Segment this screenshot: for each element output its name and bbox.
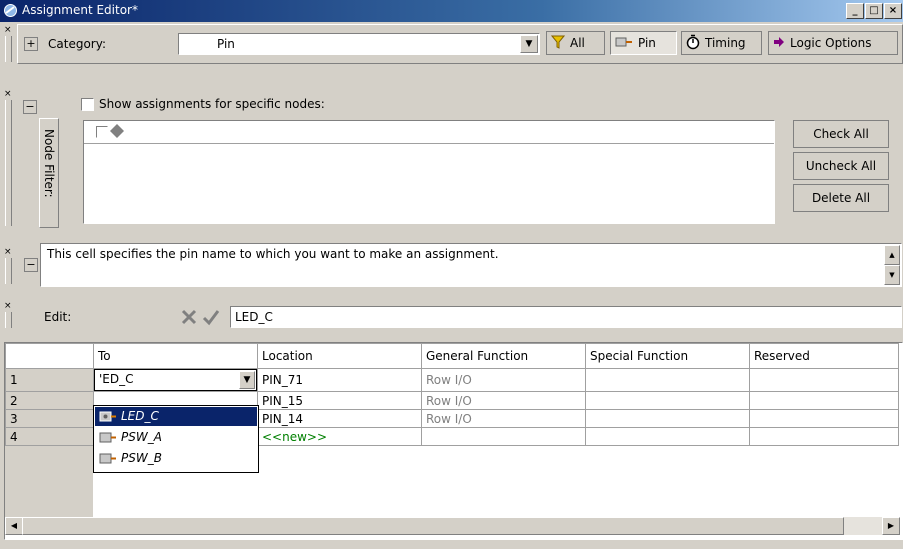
node-filter-grip[interactable]: × <box>2 88 14 230</box>
location-cell[interactable]: PIN_71 <box>257 368 422 392</box>
show-assignments-label: Show assignments for specific nodes: <box>99 97 325 111</box>
node-checkbox[interactable] <box>96 126 108 138</box>
column-header-general-function[interactable]: General Function <box>421 343 586 369</box>
location-cell[interactable]: PIN_15 <box>257 391 422 410</box>
close-icon[interactable]: × <box>4 90 12 99</box>
delete-all-button[interactable]: Delete All <box>793 184 889 212</box>
to-cell-value: 'ED_C <box>99 372 134 386</box>
table-header-row: To Location General Function Special Fun… <box>5 343 899 369</box>
category-bar-grip[interactable]: × <box>2 24 14 64</box>
dropdown-option[interactable]: PSW_B <box>95 449 257 468</box>
node-filter-label: Node Filter: <box>42 129 56 198</box>
reserved-cell[interactable] <box>749 409 899 428</box>
expand-icon[interactable]: + <box>24 37 38 51</box>
all-button[interactable]: All <box>546 31 605 55</box>
special-function-cell[interactable] <box>585 427 750 446</box>
collapse-icon[interactable]: − <box>24 258 38 272</box>
collapse-icon[interactable]: − <box>23 100 37 114</box>
edit-input[interactable]: LED_C <box>230 306 902 328</box>
edit-label: Edit: <box>44 310 72 324</box>
output-pin-icon <box>99 411 116 422</box>
pin-icon <box>615 36 633 51</box>
close-icon[interactable]: × <box>4 302 12 311</box>
close-icon[interactable]: × <box>4 26 12 35</box>
location-cell-new[interactable]: <<new>> <box>257 427 422 446</box>
row-number[interactable]: 1 <box>5 368 94 392</box>
title-bar[interactable]: Assignment Editor* _ □ × <box>0 0 903 22</box>
node-filter-side-tab: Node Filter: <box>39 118 59 228</box>
input-pin-icon <box>99 453 116 464</box>
special-function-cell[interactable] <box>585 391 750 410</box>
window-title: Assignment Editor* <box>22 3 138 17</box>
cancel-edit-icon[interactable] <box>180 308 198 326</box>
scroll-down-icon[interactable]: ▼ <box>884 265 900 285</box>
node-list[interactable] <box>83 120 775 224</box>
table-row[interactable]: 1 'ED_C ▼ PIN_71 Row I/O <box>5 368 899 392</box>
info-box: This cell specifies the pin name to whic… <box>40 243 902 287</box>
reserved-cell[interactable] <box>749 368 899 392</box>
column-header-location[interactable]: Location <box>257 343 422 369</box>
dropdown-option-selected[interactable]: LED_C <box>95 407 257 426</box>
location-cell[interactable]: PIN_14 <box>257 409 422 428</box>
row-header-corner <box>5 343 94 369</box>
app-icon <box>4 4 17 17</box>
scrollbar-thumb[interactable] <box>22 517 844 535</box>
input-pin-icon <box>99 432 116 443</box>
close-icon[interactable]: × <box>4 248 12 257</box>
horizontal-scrollbar[interactable]: ◀ ▶ <box>5 517 900 535</box>
column-header-special-function[interactable]: Special Function <box>585 343 750 369</box>
category-value: Pin <box>217 37 235 51</box>
info-text: This cell specifies the pin name to whic… <box>47 247 499 261</box>
row-number[interactable]: 3 <box>5 409 94 428</box>
close-button[interactable]: × <box>884 3 902 19</box>
show-assignments-checkbox[interactable] <box>81 98 94 111</box>
reserved-cell[interactable] <box>749 391 899 410</box>
general-function-cell[interactable] <box>421 427 586 446</box>
category-select[interactable]: Pin ▼ <box>178 33 540 55</box>
uncheck-all-button[interactable]: Uncheck All <box>793 152 889 180</box>
to-dropdown-list[interactable]: LED_C PSW_A PSW_B <box>93 405 259 473</box>
info-grip[interactable]: × <box>2 246 14 286</box>
chevron-down-icon[interactable]: ▼ <box>239 371 255 389</box>
chevron-down-icon[interactable]: ▼ <box>520 35 538 53</box>
pin-button[interactable]: Pin <box>610 31 677 55</box>
timing-button[interactable]: Timing <box>681 31 762 55</box>
funnel-icon <box>550 34 566 53</box>
arrow-icon <box>773 36 785 50</box>
general-function-cell[interactable]: Row I/O <box>421 368 586 392</box>
minimize-button[interactable]: _ <box>846 3 864 19</box>
row-number[interactable]: 4 <box>5 427 94 446</box>
check-all-button[interactable]: Check All <box>793 120 889 148</box>
accept-edit-icon[interactable] <box>202 308 220 326</box>
logic-options-button[interactable]: Logic Options <box>768 31 898 55</box>
special-function-cell[interactable] <box>585 409 750 428</box>
general-function-cell[interactable]: Row I/O <box>421 391 586 410</box>
column-header-reserved[interactable]: Reserved <box>749 343 899 369</box>
node-filter-panel: − Node Filter: Show assignments for spec… <box>17 90 901 232</box>
scroll-right-icon[interactable]: ▶ <box>882 517 900 535</box>
row-number[interactable]: 2 <box>5 391 94 410</box>
to-cell-editor[interactable]: 'ED_C ▼ <box>93 368 258 392</box>
scroll-left-icon[interactable]: ◀ <box>5 517 23 535</box>
scroll-up-icon[interactable]: ▲ <box>884 245 900 265</box>
category-label: Category: <box>48 37 106 51</box>
category-bar: + Category: Pin ▼ All Pin Timing Logic O… <box>17 24 903 64</box>
diamond-icon <box>110 124 124 138</box>
maximize-button[interactable]: □ <box>865 3 883 19</box>
reserved-cell[interactable] <box>749 427 899 446</box>
stopwatch-icon <box>686 34 700 53</box>
edit-grip[interactable]: × <box>2 300 14 330</box>
special-function-cell[interactable] <box>585 368 750 392</box>
edit-value: LED_C <box>235 310 273 324</box>
assignment-table: To Location General Function Special Fun… <box>4 342 903 540</box>
column-header-to[interactable]: To <box>93 343 258 369</box>
dropdown-option[interactable]: PSW_A <box>95 428 257 447</box>
general-function-cell[interactable]: Row I/O <box>421 409 586 428</box>
